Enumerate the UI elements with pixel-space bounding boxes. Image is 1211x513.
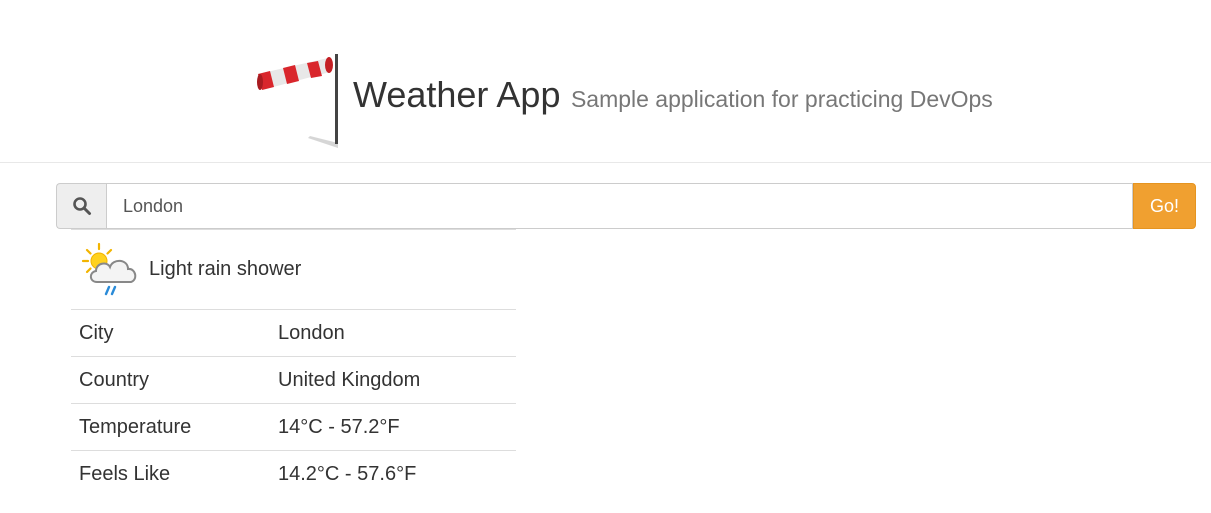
- condition-text: Light rain shower: [149, 258, 302, 280]
- row-label: City: [71, 310, 270, 357]
- windsock-icon: [257, 54, 338, 148]
- app-title: Weather App: [353, 74, 561, 115]
- weather-details-table: City London Country United Kingdom Tempe…: [71, 310, 516, 497]
- table-row: Country United Kingdom: [71, 356, 516, 404]
- row-value: 14°C - 57.2°F: [270, 403, 516, 451]
- row-value: 14.2°C - 57.6°F: [278, 462, 417, 485]
- row-label: Temperature: [71, 403, 270, 451]
- sun-cloud-rain-icon: [81, 242, 137, 295]
- condition-row: Light rain shower: [71, 229, 516, 310]
- table-row: City London: [71, 310, 516, 357]
- row-label: Feels Like: [79, 462, 171, 485]
- title-block: Weather App Sample application for pract…: [353, 74, 993, 116]
- table-row: Feels Like 14.2°C - 57.6°F: [71, 451, 516, 498]
- row-value: London: [270, 310, 516, 357]
- search-bar: Go!: [56, 183, 1196, 229]
- app-subtitle: Sample application for practicing DevOps: [570, 86, 993, 112]
- page-header: Weather App Sample application for pract…: [0, 0, 1211, 163]
- table-row: Temperature 14°C - 57.2°F: [71, 403, 516, 451]
- search-addon: [56, 183, 106, 229]
- weather-result: Light rain shower City London Country Un…: [71, 229, 516, 497]
- go-button[interactable]: Go!: [1133, 183, 1196, 229]
- search-input[interactable]: [106, 183, 1133, 229]
- row-value: United Kingdom: [270, 356, 516, 404]
- row-label: Country: [71, 356, 270, 404]
- search-icon: [72, 197, 91, 215]
